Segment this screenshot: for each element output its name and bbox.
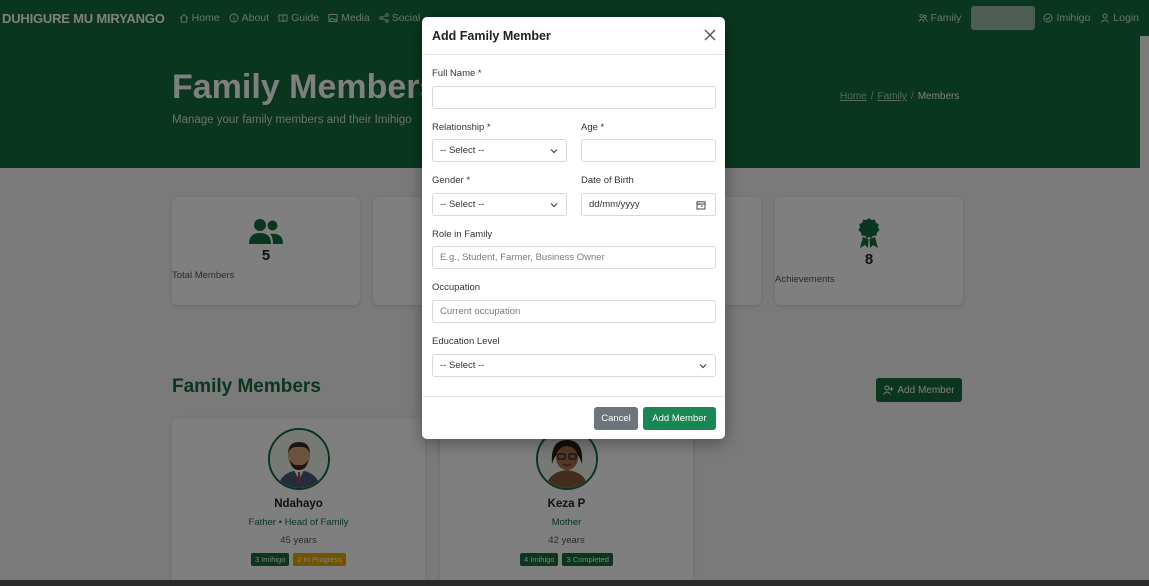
age-input[interactable] bbox=[581, 139, 716, 162]
education-select[interactable]: -- Select -- bbox=[432, 354, 716, 377]
role-input[interactable]: E.g., Student, Farmer, Business Owner bbox=[432, 246, 716, 269]
education-selected-value: -- Select -- bbox=[440, 360, 485, 371]
relationship-select[interactable]: -- Select -- bbox=[432, 139, 567, 162]
chevron-down-icon bbox=[550, 203, 558, 208]
dob-placeholder: dd/mm/yyyy bbox=[589, 199, 640, 210]
submit-add-member-button[interactable]: Add Member bbox=[643, 407, 716, 430]
occupation-input[interactable]: Current occupation bbox=[432, 300, 716, 323]
dob-label: Date of Birth bbox=[581, 175, 634, 186]
gender-select[interactable]: -- Select -- bbox=[432, 193, 567, 216]
chevron-down-icon bbox=[550, 149, 558, 154]
modal-header: Add Family Member bbox=[422, 17, 725, 55]
role-label: Role in Family bbox=[432, 229, 493, 240]
close-icon[interactable] bbox=[703, 28, 717, 42]
education-label: Education Level bbox=[432, 336, 500, 347]
cancel-button[interactable]: Cancel bbox=[594, 407, 638, 430]
full-name-label: Full Name * bbox=[432, 68, 482, 79]
gender-selected-value: -- Select -- bbox=[440, 199, 485, 210]
add-member-modal: Add Family Member Full Name * Relationsh… bbox=[422, 17, 725, 439]
gender-label: Gender * bbox=[432, 175, 471, 186]
window-bottom-edge bbox=[0, 580, 1149, 586]
chevron-down-icon bbox=[699, 364, 707, 369]
full-name-input[interactable] bbox=[432, 86, 716, 109]
dob-input[interactable]: dd/mm/yyyy bbox=[581, 193, 716, 216]
relationship-selected-value: -- Select -- bbox=[440, 145, 485, 156]
age-label: Age * bbox=[581, 122, 605, 133]
modal-footer: Cancel Add Member bbox=[422, 396, 725, 439]
calendar-icon[interactable] bbox=[696, 200, 706, 210]
modal-title: Add Family Member bbox=[432, 28, 551, 43]
relationship-label: Relationship * bbox=[432, 122, 491, 133]
occupation-label: Occupation bbox=[432, 282, 481, 293]
